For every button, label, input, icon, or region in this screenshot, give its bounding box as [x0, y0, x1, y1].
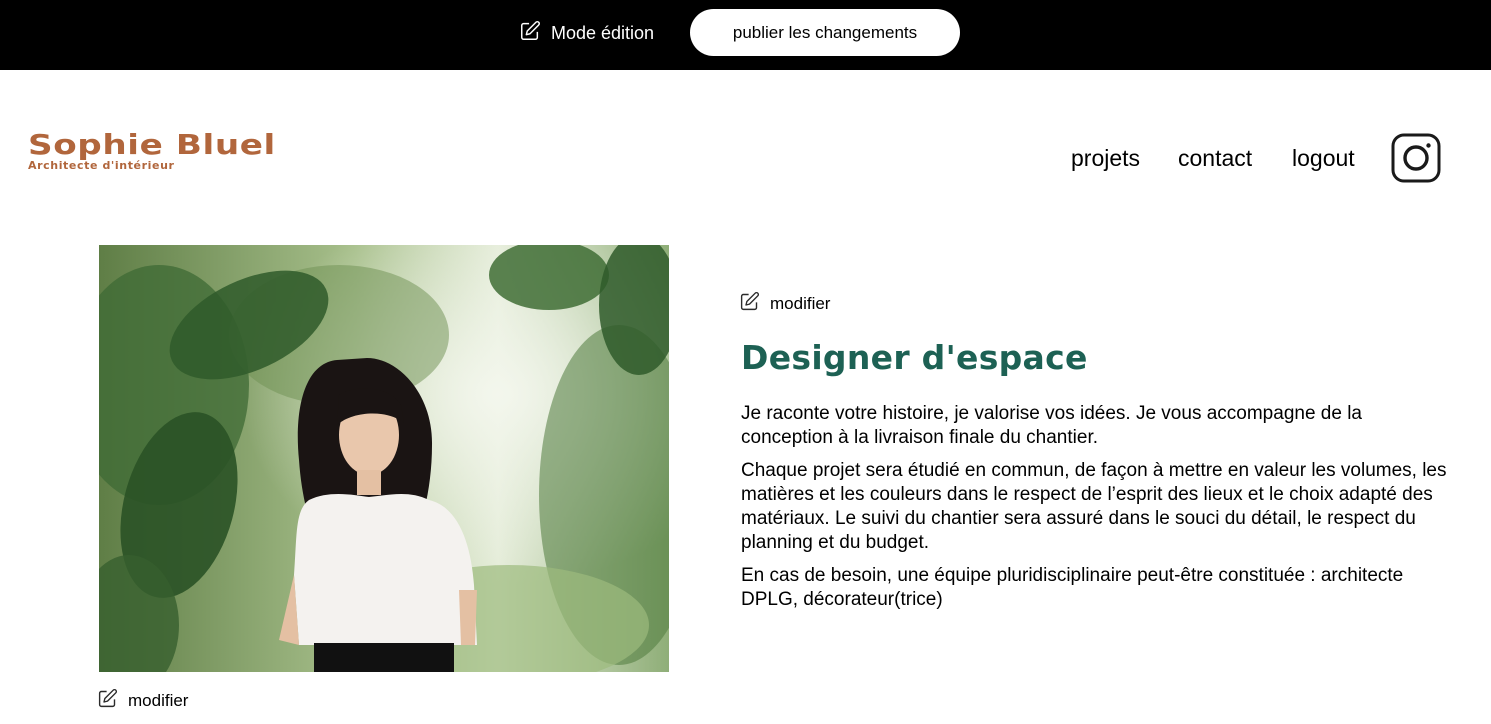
- main-nav: projets contact logout: [0, 143, 1491, 173]
- edit-mode-indicator: Mode édition: [519, 20, 654, 46]
- architect-portrait-photo: [99, 245, 669, 672]
- introduction-paragraph: Je raconte votre histoire, je valorise v…: [741, 403, 1362, 448]
- publish-changes-button[interactable]: publier les changements: [690, 9, 960, 56]
- modify-text-button[interactable]: modifier: [739, 291, 830, 317]
- nav-projets-link[interactable]: projets: [1071, 143, 1140, 173]
- edit-icon: [739, 291, 760, 317]
- edit-mode-label: Mode édition: [551, 22, 655, 43]
- nav-logout-link[interactable]: logout: [1292, 143, 1355, 173]
- introduction-paragraph: En cas de besoin, une équipe pluridiscip…: [741, 565, 1404, 610]
- edit-mode-bar: Mode édition publier les changements: [0, 0, 1491, 70]
- instagram-icon[interactable]: [1391, 133, 1441, 183]
- introduction-paragraph: Chaque projet sera étudié en commun, de …: [741, 460, 1447, 553]
- modify-text-label: modifier: [770, 294, 831, 313]
- nav-contact-link[interactable]: contact: [1178, 143, 1252, 173]
- edit-icon: [97, 688, 118, 714]
- modify-photo-label: modifier: [128, 691, 189, 710]
- introduction-description: Je raconte votre histoire, je valorise v…: [741, 402, 1451, 621]
- modify-photo-button[interactable]: modifier: [97, 688, 188, 714]
- introduction-title: Designer d'espace: [741, 338, 1088, 377]
- edit-icon: [519, 20, 541, 47]
